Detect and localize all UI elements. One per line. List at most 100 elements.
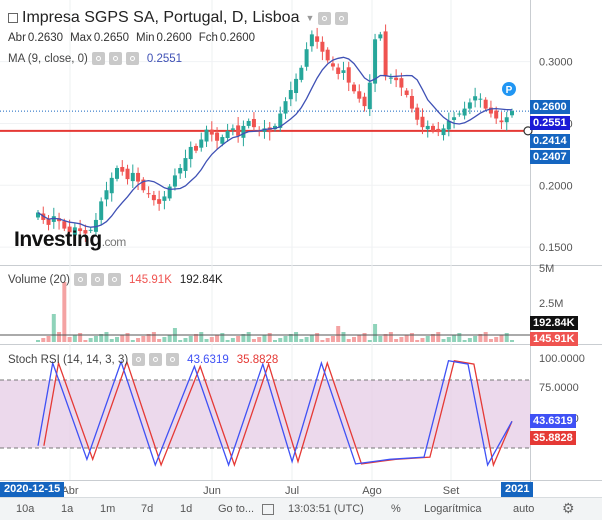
close-icon[interactable] bbox=[166, 353, 180, 366]
chevron-down-icon[interactable]: ▼ bbox=[305, 13, 314, 23]
volume-bar bbox=[51, 314, 56, 342]
time-start-tag: 2020-12-15 bbox=[0, 482, 65, 497]
volume-value-black: 192.84K bbox=[179, 273, 223, 286]
candle-body bbox=[204, 129, 209, 142]
close-icon[interactable] bbox=[108, 273, 122, 286]
candle-body bbox=[478, 98, 483, 100]
candle-body bbox=[115, 167, 119, 179]
calendar-icon[interactable] bbox=[262, 504, 274, 515]
time-axis-label: Set bbox=[443, 485, 460, 497]
candle-body bbox=[136, 172, 141, 182]
candle-body bbox=[499, 120, 504, 123]
candle-body bbox=[299, 67, 304, 80]
bottom-toolbar: 10a 1a 1m 7d 1d Go to... 13:03:51 (UTC) … bbox=[0, 497, 602, 520]
volume-tick-label: 2.5M bbox=[539, 298, 563, 310]
candle-body bbox=[373, 39, 378, 84]
volume-label: Volume (20) bbox=[8, 273, 71, 286]
candle-body bbox=[309, 34, 314, 47]
ohlc-high-label: Max bbox=[70, 32, 92, 44]
candle-body bbox=[215, 132, 220, 141]
candle-body bbox=[194, 145, 198, 151]
volume-bar bbox=[78, 333, 83, 342]
volume-bar bbox=[299, 339, 304, 342]
period-1d-button[interactable]: 1d bbox=[180, 503, 192, 515]
last-price-tag: 0.2600 bbox=[530, 100, 570, 114]
stoch-tick-label: 75.0000 bbox=[539, 382, 579, 394]
candle-body bbox=[294, 78, 299, 94]
candle-body bbox=[157, 199, 162, 204]
auto-button[interactable]: auto bbox=[513, 503, 534, 515]
ohlc-row: Abr 0.2630 Max 0.2650 Min 0.2600 Fch 0.2… bbox=[8, 32, 262, 44]
volume-bar bbox=[425, 336, 430, 342]
candle-body bbox=[146, 193, 151, 195]
volume-bar bbox=[72, 335, 77, 342]
gear-icon[interactable] bbox=[149, 353, 163, 366]
period-10a-button[interactable]: 10a bbox=[16, 503, 34, 515]
volume-bar bbox=[251, 339, 256, 342]
candle-body bbox=[457, 113, 462, 115]
candle-body bbox=[178, 167, 183, 174]
candle-body bbox=[225, 130, 230, 139]
candle-body bbox=[346, 67, 351, 83]
volume-bar bbox=[88, 338, 93, 342]
volume-bar bbox=[267, 333, 272, 342]
candle-body bbox=[246, 120, 251, 126]
volume-bar bbox=[420, 338, 425, 342]
candle-body bbox=[462, 108, 467, 116]
eye-icon[interactable] bbox=[74, 273, 88, 286]
volume-bar bbox=[320, 340, 325, 342]
ohlc-open-label: Abr bbox=[8, 32, 26, 44]
volume-bar bbox=[278, 338, 283, 342]
period-7d-button[interactable]: 7d bbox=[141, 503, 153, 515]
gear-icon[interactable] bbox=[335, 11, 349, 25]
volume-bar bbox=[236, 336, 241, 342]
volume-bar bbox=[104, 332, 109, 342]
close-icon[interactable] bbox=[125, 52, 139, 65]
candle-body bbox=[452, 117, 457, 120]
candle-body bbox=[367, 82, 372, 110]
stoch-d-value: 35.8828 bbox=[236, 353, 279, 366]
gear-icon[interactable]: ⚙ bbox=[562, 500, 575, 517]
candle-body bbox=[209, 129, 214, 135]
candle-body bbox=[425, 125, 430, 130]
stoch-k-value: 43.6319 bbox=[187, 353, 229, 366]
eye-icon[interactable] bbox=[91, 52, 105, 65]
goto-button[interactable]: Go to... bbox=[218, 503, 254, 515]
volume-bar bbox=[230, 338, 235, 342]
log-button[interactable]: Logarítmica bbox=[424, 503, 481, 515]
candle-body bbox=[325, 49, 330, 61]
period-1a-button[interactable]: 1a bbox=[61, 503, 73, 515]
volume-bar bbox=[215, 335, 220, 342]
percent-button[interactable]: % bbox=[391, 503, 401, 515]
volume-bar bbox=[151, 332, 156, 342]
candle-body bbox=[172, 175, 177, 187]
candle-body bbox=[330, 63, 335, 67]
volume-bar bbox=[404, 335, 409, 342]
candle-body bbox=[288, 90, 293, 100]
volume-bar bbox=[57, 332, 62, 342]
chart-canvas[interactable]: AbrJunJulAgoSet0.30000.25000.20000.15005… bbox=[0, 0, 602, 519]
candle-body bbox=[341, 70, 346, 73]
eye-icon[interactable] bbox=[132, 353, 146, 366]
candle-body bbox=[494, 110, 499, 119]
price-tick-label: 0.3000 bbox=[539, 57, 573, 69]
volume-bar bbox=[36, 340, 40, 342]
ohlc-close-value: 0.2600 bbox=[219, 32, 256, 44]
gear-icon[interactable] bbox=[108, 52, 122, 65]
volume-bar bbox=[141, 336, 146, 342]
gear-icon[interactable] bbox=[91, 273, 105, 286]
collapse-icon[interactable] bbox=[8, 13, 18, 23]
candle-body bbox=[151, 194, 156, 201]
volume-bar bbox=[510, 340, 514, 342]
candle-body bbox=[431, 125, 435, 131]
candle-body bbox=[378, 34, 383, 39]
volume-bar bbox=[204, 339, 209, 342]
ma-price-tag: 0.2551 bbox=[530, 116, 570, 130]
stoch-k-tag: 43.6319 bbox=[530, 414, 576, 428]
period-1m-button[interactable]: 1m bbox=[100, 503, 115, 515]
volume-bar bbox=[415, 340, 420, 342]
candle-body bbox=[420, 116, 425, 128]
eye-icon[interactable] bbox=[318, 11, 332, 25]
volume-bar bbox=[136, 338, 141, 342]
volume-bar bbox=[309, 335, 314, 342]
